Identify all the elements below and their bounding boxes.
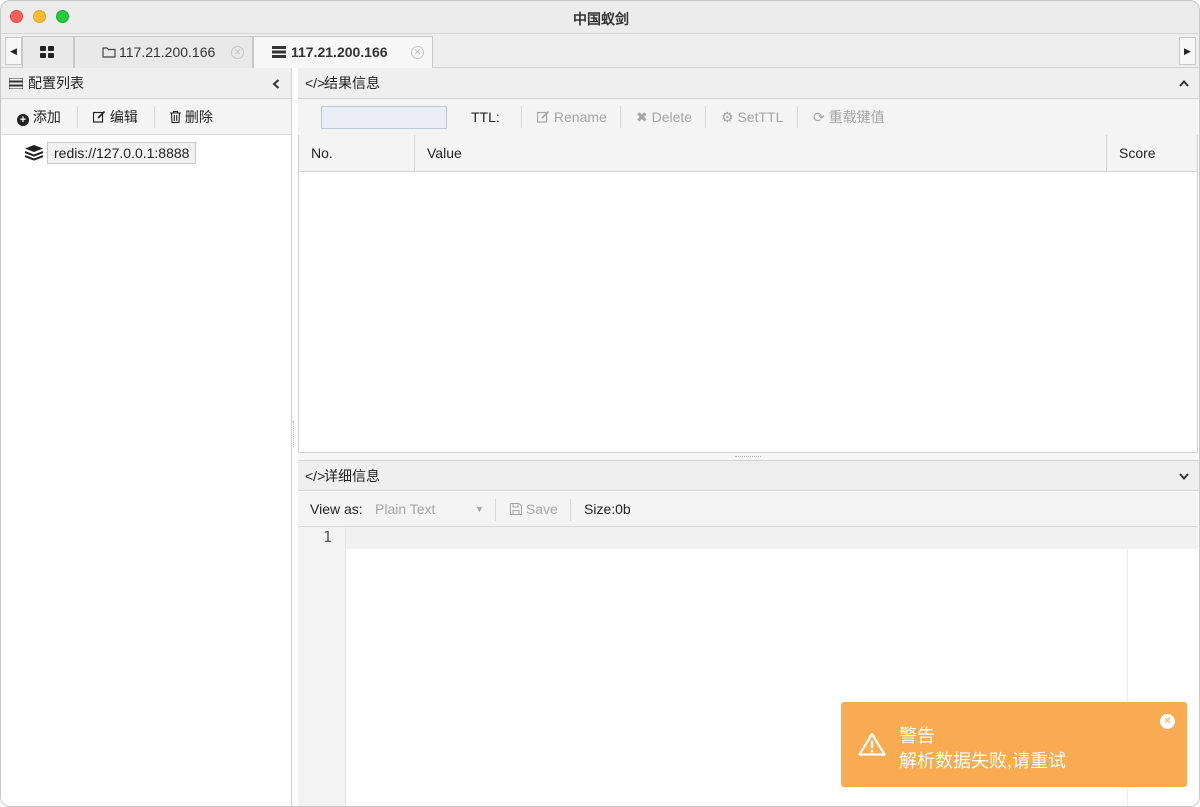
detail-header: </> 详细信息 [298,460,1199,491]
redis-main-pane: </> 结果信息 TTL: Rename ✖ Delete ⚙ SetTTL ⟳… [298,68,1199,806]
horizontal-splitter[interactable] [298,453,1198,460]
toast-close-icon[interactable]: ✕ [1160,714,1175,729]
tab-file-manager[interactable]: 117.21.200.166 ✕ [74,36,253,68]
tab-scroll-right-button[interactable]: ▶ [1179,37,1196,65]
result-table: No. Value Score [298,135,1198,453]
view-as-select[interactable]: Plain Text ▼ [375,492,485,527]
detail-title: 详细信息 [324,468,380,484]
app-window: 中国蚁剑 ◀ 117.21.200.166 ✕ 117.21.200.166 ✕… [0,0,1200,807]
ttl-label: TTL: [471,109,500,125]
close-icon: ✖ [636,109,648,125]
editor-gutter: 1 [298,527,346,806]
database-icon [25,145,43,161]
server-icon [272,46,286,58]
list-icon [9,78,23,89]
size-label: Size:0b [584,501,631,517]
view-as-label: View as: [310,501,363,517]
result-toolbar: TTL: Rename ✖ Delete ⚙ SetTTL ⟳ 重载键值 [298,99,1198,135]
add-button[interactable]: + 添加 [17,99,61,135]
save-icon [510,503,522,515]
expand-down-icon[interactable] [1179,473,1189,480]
column-header-score[interactable]: Score [1107,135,1197,172]
config-list-title: 配置列表 [28,75,84,91]
folder-icon [102,46,116,58]
refresh-icon: ⟳ [813,109,825,125]
tab-label: 117.21.200.166 [291,44,388,60]
delete-key-button[interactable]: ✖ Delete [636,99,692,135]
tab-label: 117.21.200.166 [119,44,216,60]
toast-title: 警告 [899,726,935,746]
tab-close-icon[interactable]: ✕ [231,46,244,59]
column-header-no[interactable]: No. [299,135,415,172]
plus-circle-icon: + [17,114,29,126]
key-search-input[interactable] [321,106,447,129]
reload-button[interactable]: ⟳ 重载键值 [813,99,885,135]
tab-redis[interactable]: 117.21.200.166 ✕ [253,36,433,68]
config-toolbar: + 添加 编辑 删除 [1,99,291,135]
gears-icon: ⚙ [721,109,734,125]
caret-down-icon: ▼ [475,504,484,514]
grid-icon [40,46,54,58]
setttl-button[interactable]: ⚙ SetTTL [721,99,783,135]
window-title: 中国蚁剑 [573,11,629,27]
tab-home[interactable] [22,36,74,68]
line-number: 1 [322,528,332,546]
title-bar: 中国蚁剑 [1,1,1199,34]
warning-toast: 警告 解析数据失败,请重试 ✕ [841,702,1187,787]
table-header: No. Value Score [299,135,1197,172]
detail-toolbar: View as: Plain Text ▼ Save Size:0b [298,492,1198,527]
trash-icon [170,111,181,123]
vertical-splitter[interactable] [293,421,294,447]
warning-icon [858,732,886,756]
active-line [346,527,1198,549]
code-icon: </> [305,75,326,91]
tree-item-label[interactable]: redis://127.0.0.1:8888 [47,142,197,164]
result-header: </> 结果信息 [298,68,1199,99]
collapse-up-icon[interactable] [1179,80,1189,87]
config-list-header: 配置列表 [1,68,291,99]
edit-button[interactable]: 编辑 [93,99,138,135]
collapse-left-icon[interactable] [272,79,280,89]
result-title: 结果信息 [324,75,380,91]
edit-icon [93,111,106,123]
tab-close-icon[interactable]: ✕ [411,46,424,59]
edit-icon [537,111,550,123]
save-button[interactable]: Save [510,492,558,527]
delete-button[interactable]: 删除 [170,99,213,135]
rename-button[interactable]: Rename [537,99,607,135]
tab-bar: ◀ 117.21.200.166 ✕ 117.21.200.166 ✕ ▶ [1,34,1199,68]
config-list-pane: 配置列表 + 添加 编辑 删除 redis://127.0.0.1:8888 [1,68,292,806]
code-icon: </> [305,468,326,484]
column-header-value[interactable]: Value [415,135,1107,172]
toast-message: 解析数据失败,请重试 [899,751,1067,771]
tab-scroll-left-button[interactable]: ◀ [5,37,22,65]
